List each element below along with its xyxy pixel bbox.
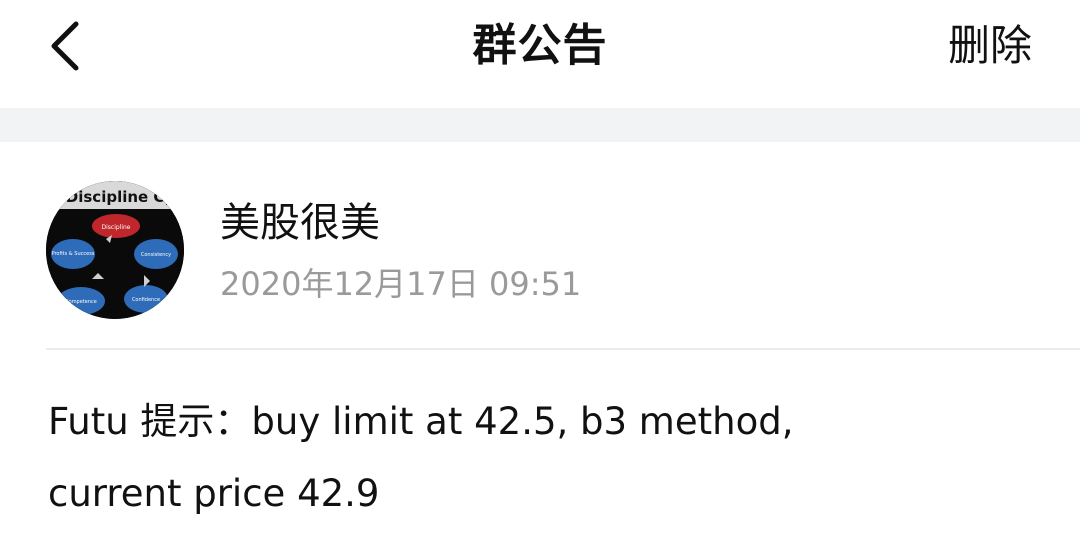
announcement-line: Futu 提示：buy limit at 42.5, b3 method, [48, 400, 794, 443]
divider [46, 348, 1080, 350]
post-timestamp: 2020年12月17日 09:51 [220, 265, 582, 303]
avatar-node-label: Profits & Success [52, 251, 95, 257]
announcement-body: Futu 提示：buy limit at 42.5, b3 method, cu… [48, 386, 1028, 530]
author-info: Discipline Cy Discipline Profits & Succe… [0, 142, 1080, 348]
avatar[interactable]: Discipline Cy Discipline Profits & Succe… [46, 181, 184, 319]
page-title: 群公告 [472, 20, 608, 71]
section-separator [0, 108, 1080, 142]
avatar-center-label: Discipline [101, 224, 130, 231]
avatar-banner-text: Discipline Cy [66, 188, 175, 206]
author-name[interactable]: 美股很美 [220, 196, 380, 250]
navigation-bar: 群公告 删除 [0, 0, 1080, 108]
avatar-node-label: Confidence [132, 297, 160, 303]
avatar-node-label: Competence [65, 299, 97, 305]
announcement-line: current price 42.9 [48, 472, 380, 515]
discipline-cycle-avatar: Discipline Cy Discipline Profits & Succe… [46, 181, 184, 319]
avatar-node-label: Consistency [141, 252, 171, 258]
delete-button[interactable]: 删除 [948, 18, 1032, 74]
